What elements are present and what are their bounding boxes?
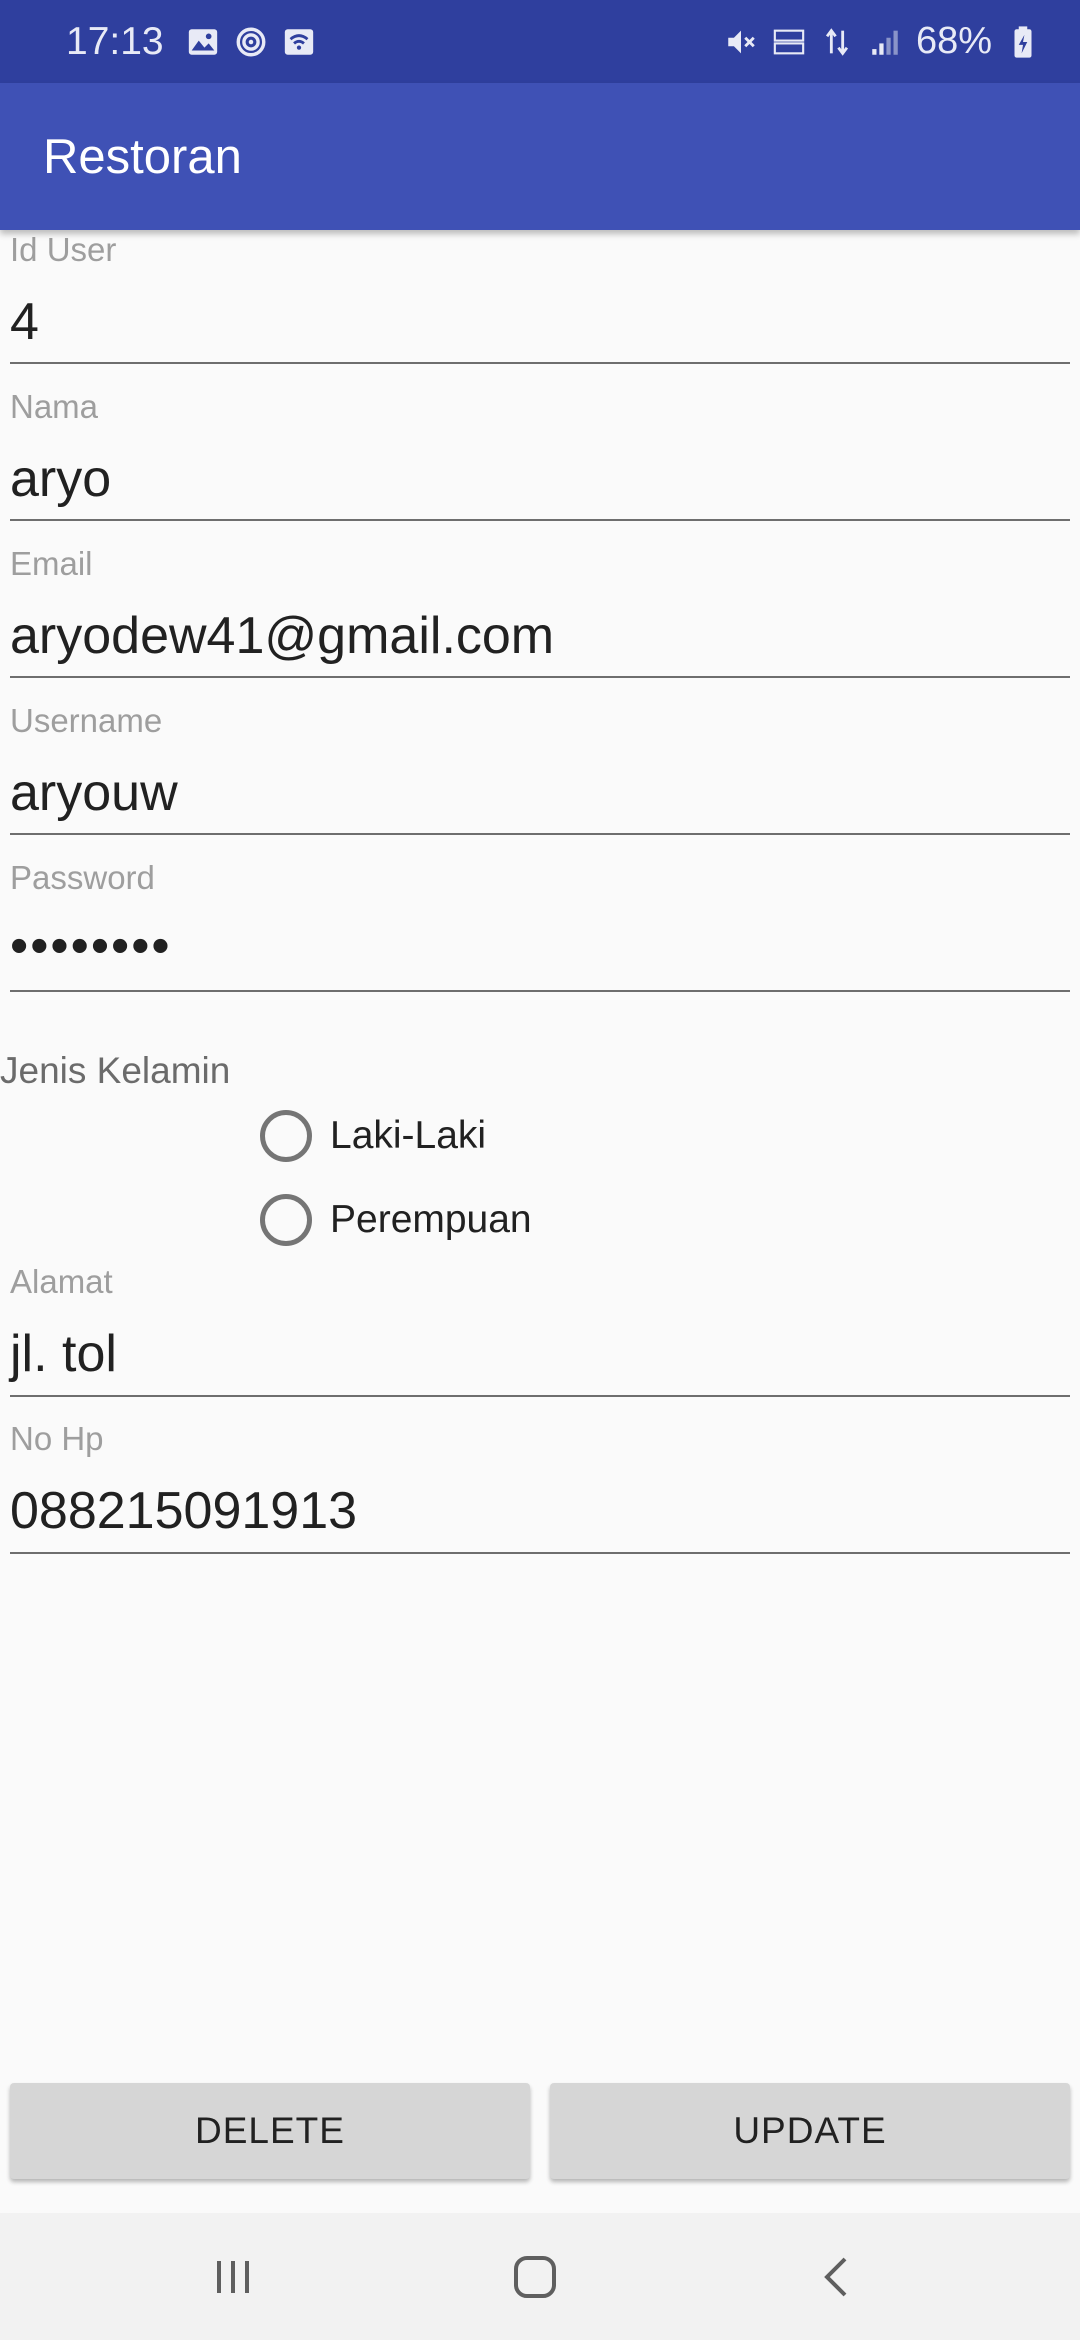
email-underline [10,676,1070,678]
back-icon [824,2257,847,2296]
email-field[interactable]: Email aryodew41@gmail.com [10,547,1070,681]
home-button[interactable] [475,2213,595,2340]
no-hp-input[interactable]: 088215091913 [10,1485,1070,1537]
status-bar: 17:13 68% [0,0,1080,83]
radio-laki-laki-label[interactable]: Laki-Laki [330,1114,486,1158]
radio-perempuan[interactable]: Perempuan [260,1194,532,1246]
status-left-icons [186,25,316,59]
4g-icon [825,27,848,56]
id-user-field[interactable]: Id User 4 [10,233,1070,367]
username-input[interactable]: aryouw [10,767,1070,819]
username-underline [10,833,1070,835]
radio-button-circle[interactable] [260,1110,312,1162]
app-title: Restoran [43,129,242,184]
username-label: Username [10,702,163,739]
home-icon [514,2255,556,2298]
email-input[interactable]: aryodew41@gmail.com [10,610,1070,662]
wifi-icon [284,28,313,55]
nama-label: Nama [10,388,99,425]
no-hp-underline [10,1552,1070,1554]
recents-icon [217,2260,249,2293]
no-hp-field[interactable]: No Hp 088215091913 [10,1422,1070,1556]
update-button[interactable]: UPDATE [550,2083,1070,2179]
password-label: Password [10,859,155,896]
screen: 17:13 68% Restoran Id User 4 Nama aryo E… [0,0,1080,2340]
id-user-input[interactable]: 4 [10,296,1070,348]
app-bar: Restoran [0,83,1080,230]
password-field[interactable]: Password •••••••• [10,861,1070,995]
alamat-underline [10,1395,1070,1397]
radio-laki-laki[interactable]: Laki-Laki [260,1110,486,1162]
alamat-field[interactable]: Alamat jl. tol [10,1265,1070,1399]
battery-percent: 68% [915,20,992,62]
recents-button[interactable] [173,2213,293,2340]
back-button[interactable] [777,2213,897,2340]
status-right-icons: 68% [724,20,1040,63]
username-field[interactable]: Username aryouw [10,704,1070,838]
radio-perempuan-label[interactable]: Perempuan [330,1198,532,1242]
navigation-bar [0,2213,1080,2340]
delete-button[interactable]: DELETE [10,2083,530,2179]
battery-icon [1014,25,1032,58]
nama-input[interactable]: aryo [10,453,1070,505]
image-icon [188,28,217,55]
id-user-underline [10,362,1070,364]
alamat-label: Alamat [10,1263,113,1300]
sync-icon [236,27,266,56]
password-underline [10,990,1070,992]
no-hp-label: No Hp [10,1420,104,1457]
nama-underline [10,519,1070,521]
email-label: Email [10,545,93,582]
alamat-input[interactable]: jl. tol [10,1328,1070,1380]
password-input[interactable]: •••••••• [10,920,1070,972]
nama-field[interactable]: Nama aryo [10,390,1070,524]
radio-button-circle[interactable] [260,1194,312,1246]
gender-label: Jenis Kelamin [0,1050,231,1091]
volte-icon [773,29,805,54]
mute-icon [728,30,755,53]
id-user-label: Id User [10,231,117,268]
signal-icon [872,30,898,55]
status-time: 17:13 [66,19,164,63]
